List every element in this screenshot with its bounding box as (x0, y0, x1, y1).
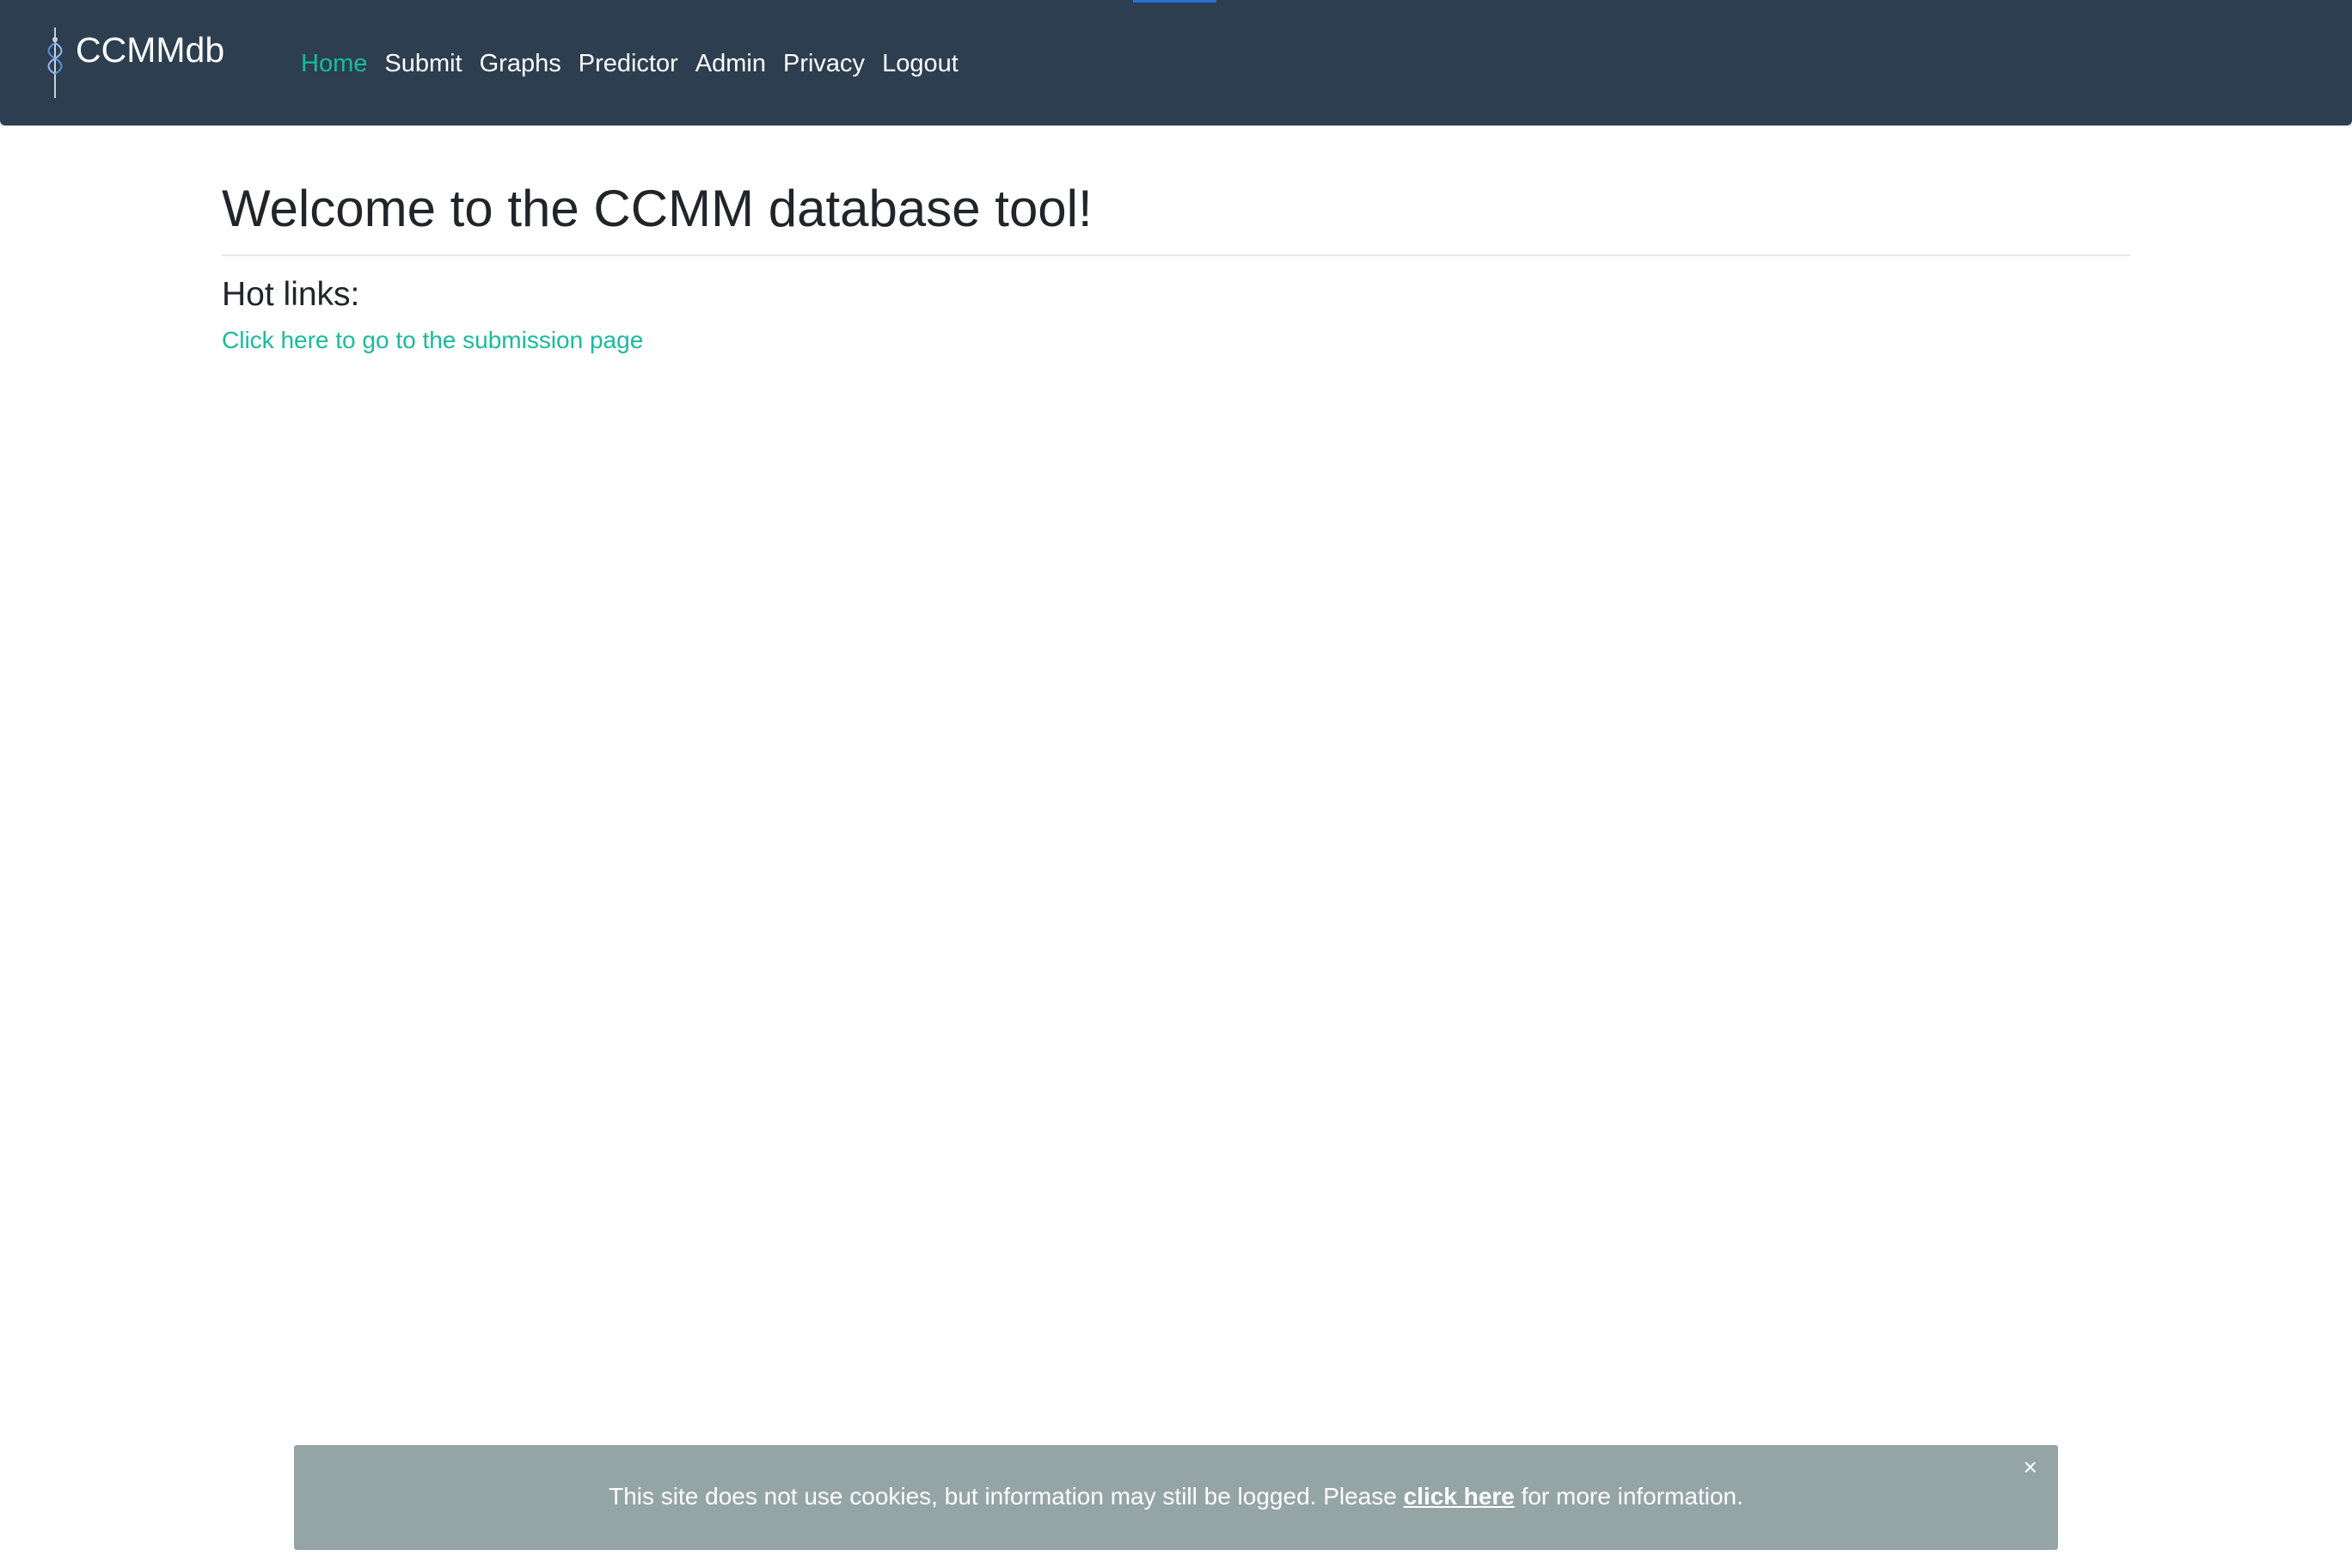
caduceus-logo-icon (47, 28, 63, 98)
main-content: Welcome to the CCMM database tool! Hot l… (222, 172, 2130, 358)
nav-admin[interactable]: Admin (687, 45, 775, 83)
cookie-text-before: This site does not use cookies, but info… (609, 1483, 1404, 1510)
close-icon[interactable]: × (2024, 1455, 2037, 1479)
page-title: Welcome to the CCMM database tool! (222, 180, 1093, 237)
main-nav: Home Submit Graphs Predictor Admin Priva… (301, 45, 967, 83)
submission-page-link[interactable]: Click here to go to the submission page (222, 323, 643, 358)
page: CCMMdb Home Submit Graphs Predictor Admi… (0, 0, 2352, 1568)
nav-home[interactable]: Home (301, 45, 376, 83)
hot-links-heading: Hot links: (222, 276, 360, 313)
nav-logout[interactable]: Logout (873, 45, 967, 83)
brand-link[interactable]: CCMMdb (43, 24, 224, 101)
nav-predictor[interactable]: Predictor (570, 45, 687, 83)
top-navbar: CCMMdb Home Submit Graphs Predictor Admi… (0, 0, 2352, 126)
cookie-info-link[interactable]: click here (1404, 1483, 1515, 1510)
title-divider (222, 254, 2130, 256)
top-accent-strip (1133, 0, 1216, 3)
nav-submit[interactable]: Submit (376, 45, 470, 83)
cookie-banner: × This site does not use cookies, but in… (294, 1445, 2058, 1550)
nav-privacy[interactable]: Privacy (775, 45, 873, 83)
nav-graphs[interactable]: Graphs (471, 45, 570, 83)
brand-name: CCMMdb (76, 29, 225, 70)
cookie-text-after: for more information. (1514, 1483, 1743, 1510)
cookie-message: This site does not use cookies, but info… (294, 1479, 2058, 1514)
